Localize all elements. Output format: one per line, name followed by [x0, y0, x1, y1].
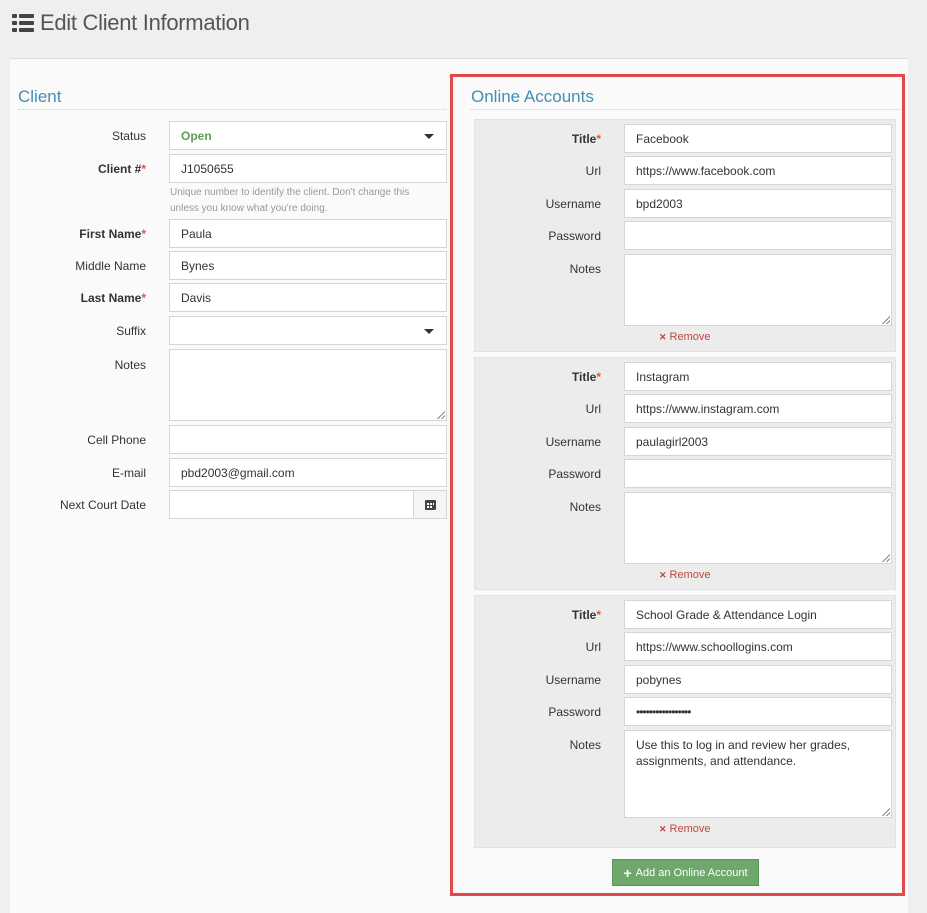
account-notes-label: Notes — [569, 738, 601, 752]
middle-name-input[interactable]: Bynes — [169, 251, 447, 280]
email-label: E-mail — [111, 466, 146, 480]
account-username-label: Username — [545, 197, 601, 211]
account-notes-textarea[interactable] — [624, 492, 892, 564]
middle-name-label: Middle Name — [75, 259, 146, 273]
account-notes-label: Notes — [569, 500, 601, 514]
page-header: Edit Client Information — [12, 8, 250, 38]
next-court-date-label: Next Court Date — [59, 498, 146, 512]
account-username-label: Username — [545, 673, 601, 687]
account-url-input[interactable]: https://www.schoollogins.com — [624, 632, 892, 661]
last-name-label: Last Name* — [80, 291, 146, 305]
account-username-label: Username — [545, 435, 601, 449]
first-name-label: First Name* — [79, 227, 146, 241]
account-password-label: Password — [548, 467, 601, 481]
add-online-account-button[interactable]: + Add an Online Account — [612, 859, 759, 886]
account-username-input[interactable]: bpd2003 — [624, 189, 892, 218]
account-url-label: Url — [585, 164, 601, 178]
account-password-label: Password — [548, 705, 601, 719]
next-court-date-input[interactable] — [169, 490, 447, 519]
account-username-input[interactable]: pobynes — [624, 665, 892, 694]
client-number-help: Unique number to identify the client. Do… — [170, 187, 410, 214]
account-title-input[interactable]: Instagram — [624, 362, 892, 391]
client-number-input[interactable]: J1050655 — [169, 154, 447, 183]
account-title-input[interactable]: School Grade & Attendance Login — [624, 600, 892, 629]
remove-account-link[interactable]: ✕ Remove — [659, 331, 711, 343]
status-value: Open — [181, 128, 212, 143]
account-username-input[interactable]: paulagirl2003 — [624, 427, 892, 456]
chevron-down-icon — [424, 329, 434, 334]
account-password-label: Password — [548, 229, 601, 243]
notes-textarea[interactable] — [169, 349, 447, 421]
account-password-input[interactable] — [624, 221, 892, 250]
remove-account-link[interactable]: ✕ Remove — [659, 823, 711, 835]
account-title-label: Title* — [571, 370, 601, 384]
close-icon: ✕ — [659, 569, 667, 580]
status-label: Status — [111, 129, 146, 143]
suffix-label: Suffix — [116, 324, 146, 338]
account-password-input[interactable] — [624, 459, 892, 488]
account-password-input[interactable]: ••••••••••••••••• — [624, 697, 892, 726]
online-accounts-section-title: Online Accounts — [471, 87, 901, 110]
list-icon — [12, 14, 34, 32]
close-icon: ✕ — [659, 823, 667, 834]
status-select[interactable]: Open — [169, 121, 447, 150]
page-title: Edit Client Information — [40, 10, 250, 35]
remove-account-link[interactable]: ✕ Remove — [659, 569, 711, 581]
remove-label: Remove — [669, 331, 711, 343]
account-url-input[interactable]: https://www.instagram.com — [624, 394, 892, 423]
client-section-title: Client — [18, 87, 446, 110]
account-url-label: Url — [585, 402, 601, 416]
resize-grip-icon[interactable] — [882, 554, 890, 562]
resize-grip-icon[interactable] — [882, 316, 890, 324]
email-input[interactable]: pbd2003@gmail.com — [169, 458, 447, 487]
account-title-input[interactable]: Facebook — [624, 124, 892, 153]
resize-grip-icon[interactable] — [437, 411, 445, 419]
last-name-input[interactable]: Davis — [169, 283, 447, 312]
calendar-icon — [424, 499, 436, 510]
account-url-label: Url — [585, 640, 601, 654]
account-notes-textarea[interactable] — [624, 254, 892, 326]
resize-grip-icon[interactable] — [882, 808, 890, 816]
cell-phone-input[interactable] — [169, 425, 447, 454]
suffix-select[interactable] — [169, 316, 447, 345]
account-title-label: Title* — [571, 608, 601, 622]
first-name-input[interactable]: Paula — [169, 219, 447, 248]
account-title-label: Title* — [571, 132, 601, 146]
plus-icon: + — [623, 864, 632, 881]
calendar-button[interactable] — [413, 491, 446, 518]
close-icon: ✕ — [659, 331, 667, 342]
chevron-down-icon — [424, 134, 434, 139]
remove-label: Remove — [669, 823, 711, 835]
account-notes-label: Notes — [569, 262, 601, 276]
account-url-input[interactable]: https://www.facebook.com — [624, 156, 892, 185]
remove-label: Remove — [669, 569, 711, 581]
cell-phone-label: Cell Phone — [87, 433, 146, 447]
notes-label: Notes — [114, 358, 146, 372]
account-notes-textarea[interactable]: Use this to log in and review her grades… — [624, 730, 892, 818]
client-number-label: Client #* — [97, 162, 146, 176]
